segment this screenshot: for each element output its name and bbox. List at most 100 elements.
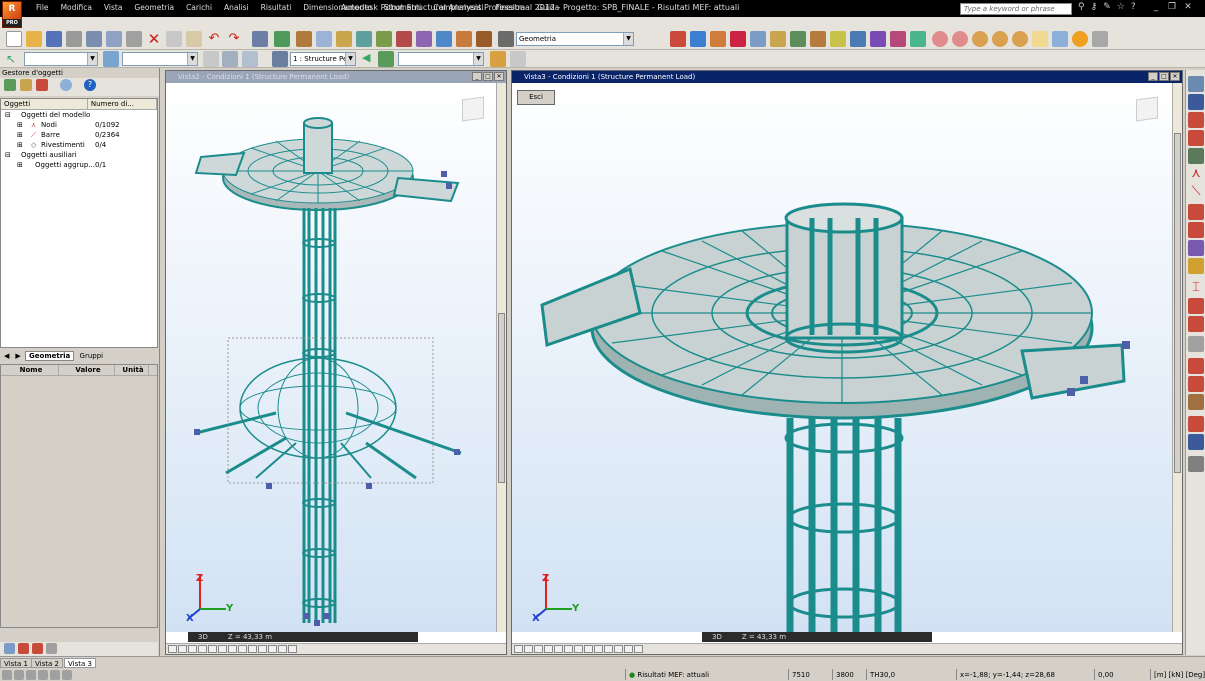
layout-select[interactable]: Geometria ▼ — [516, 32, 634, 46]
view-option-icon[interactable] — [288, 645, 297, 653]
stack-icon[interactable] — [490, 51, 506, 67]
status-icon[interactable] — [62, 670, 72, 680]
nodes-icon[interactable] — [670, 31, 686, 47]
offset-tool-icon[interactable] — [1188, 258, 1204, 274]
status-icon[interactable] — [50, 670, 60, 680]
scrollbar-thumb[interactable] — [498, 313, 505, 483]
release-icon[interactable] — [396, 31, 412, 47]
line-tool-icon[interactable]: ⟍ — [1188, 184, 1204, 200]
maximize-icon[interactable]: □ — [1159, 72, 1169, 81]
minimize-icon[interactable]: _ — [1148, 72, 1158, 81]
column-nome[interactable]: Nome — [1, 365, 59, 375]
load-icon[interactable] — [456, 31, 472, 47]
view-option-icon[interactable] — [564, 645, 573, 653]
mode-select[interactable]: ▼ — [398, 52, 484, 66]
mirror-icon[interactable] — [850, 31, 866, 47]
column-valore[interactable]: Valore — [59, 365, 115, 375]
view-option-icon[interactable] — [544, 645, 553, 653]
status-icon[interactable] — [14, 670, 24, 680]
view-option-icon[interactable] — [514, 645, 523, 653]
view-option-icon[interactable] — [624, 645, 633, 653]
view-option-icon[interactable] — [534, 645, 543, 653]
case-list-icon[interactable] — [242, 51, 258, 67]
view-option-icon[interactable] — [258, 645, 267, 653]
edit-icon[interactable] — [46, 643, 57, 654]
redo-icon[interactable]: ↷ — [226, 31, 242, 47]
tree-row-auxiliary[interactable]: ⊟ Oggetti ausiliari — [1, 150, 157, 160]
view-option-icon[interactable] — [614, 645, 623, 653]
view-option-icon[interactable] — [278, 645, 287, 653]
delete-icon[interactable]: ✕ — [146, 31, 162, 47]
frame-icon[interactable] — [750, 31, 766, 47]
release-tool-icon[interactable] — [1188, 222, 1204, 238]
loads-tool-icon[interactable] — [1188, 130, 1204, 146]
view-option-icon[interactable] — [604, 645, 613, 653]
restore-icon[interactable]: ❐ — [1166, 2, 1178, 12]
paste-icon[interactable] — [186, 31, 202, 47]
view-option-icon[interactable] — [524, 645, 533, 653]
case-tool-icon[interactable] — [1188, 358, 1204, 374]
column-numero[interactable]: Numero di... — [88, 99, 157, 109]
calculator-icon[interactable] — [274, 31, 290, 47]
expand-icon[interactable]: ⊞ — [17, 160, 23, 170]
search-input[interactable]: Type a keyword or phrase — [960, 3, 1072, 15]
view2-vertical-scrollbar[interactable] — [496, 83, 506, 632]
app-logo[interactable]: R PRO — [2, 1, 22, 28]
menu-geometria[interactable]: Geometria — [128, 3, 180, 12]
collapse-icon[interactable]: ⊟ — [5, 110, 11, 120]
view-option-icon[interactable] — [594, 645, 603, 653]
print-icon[interactable] — [66, 31, 82, 47]
rotate-icon[interactable] — [810, 31, 826, 47]
new-icon[interactable] — [6, 31, 22, 47]
menu-file[interactable]: File — [30, 3, 55, 12]
expand-icon[interactable]: ⊞ — [17, 120, 23, 130]
scale-icon[interactable] — [870, 31, 886, 47]
menu-analisi[interactable]: Analisi — [218, 3, 255, 12]
menu-carichi[interactable]: Carichi — [180, 3, 218, 12]
diagram-tool-icon[interactable] — [1188, 416, 1204, 432]
view-option-icon[interactable] — [554, 645, 563, 653]
view-option-icon[interactable] — [168, 645, 177, 653]
view-option-icon[interactable] — [228, 645, 237, 653]
view-option-icon[interactable] — [208, 645, 217, 653]
tree-row-model-objects[interactable]: ⊟ Oggetti del modello — [1, 110, 157, 120]
delete-row-icon[interactable] — [18, 643, 29, 654]
view-option-icon[interactable] — [248, 645, 257, 653]
bars-tool-icon[interactable] — [1188, 94, 1204, 110]
camera-icon[interactable] — [126, 31, 142, 47]
hand-icon[interactable] — [203, 51, 219, 67]
structure-icon[interactable] — [356, 31, 372, 47]
divide-icon[interactable] — [890, 31, 906, 47]
report-tool-icon[interactable] — [1188, 456, 1204, 472]
tree-row-groups[interactable]: ⊞ Oggetti aggrup... 0/1 — [1, 160, 157, 170]
menu-modifica[interactable]: Modifica — [55, 3, 98, 12]
save-icon[interactable] — [46, 31, 62, 47]
grid-view-icon[interactable] — [4, 643, 15, 654]
units-status[interactable]: [m] [kN] [Deg] — [1150, 669, 1205, 680]
axis-icon[interactable] — [730, 31, 746, 47]
filter-list-icon[interactable] — [222, 51, 238, 67]
tab-gruppi[interactable]: Gruppi — [77, 352, 107, 360]
layout-icon[interactable] — [498, 31, 514, 47]
tab-geometria[interactable]: Geometria — [25, 351, 75, 361]
offset-icon[interactable] — [770, 31, 786, 47]
view-option-icon[interactable] — [238, 645, 247, 653]
view3-zlevel[interactable]: Z = 43,33 m — [732, 632, 796, 642]
case-select[interactable]: 1 : Structure Perman▼ — [290, 52, 356, 66]
print-preview-icon[interactable] — [86, 31, 102, 47]
zoom-in-icon[interactable] — [932, 31, 948, 47]
column-oggetti[interactable]: Oggetti — [1, 99, 88, 109]
binoculars-icon[interactable]: ⚲ — [1078, 2, 1085, 12]
node-tool-icon[interactable]: ⋏ — [1188, 166, 1204, 182]
table-tool-icon[interactable] — [1188, 434, 1204, 450]
previous-case-icon[interactable]: ◀ — [362, 51, 378, 67]
view-option-icon[interactable] — [188, 645, 197, 653]
funnel-icon[interactable] — [20, 79, 32, 91]
combo-tool-icon[interactable] — [1188, 376, 1204, 392]
cursor-icon[interactable]: ↖ — [6, 51, 22, 67]
table-delete-icon[interactable] — [32, 643, 43, 654]
orbit-icon[interactable] — [1052, 31, 1068, 47]
search-icon[interactable] — [60, 79, 72, 91]
zoom-window-icon[interactable] — [972, 31, 988, 47]
minimize-icon[interactable]: _ — [472, 72, 482, 81]
